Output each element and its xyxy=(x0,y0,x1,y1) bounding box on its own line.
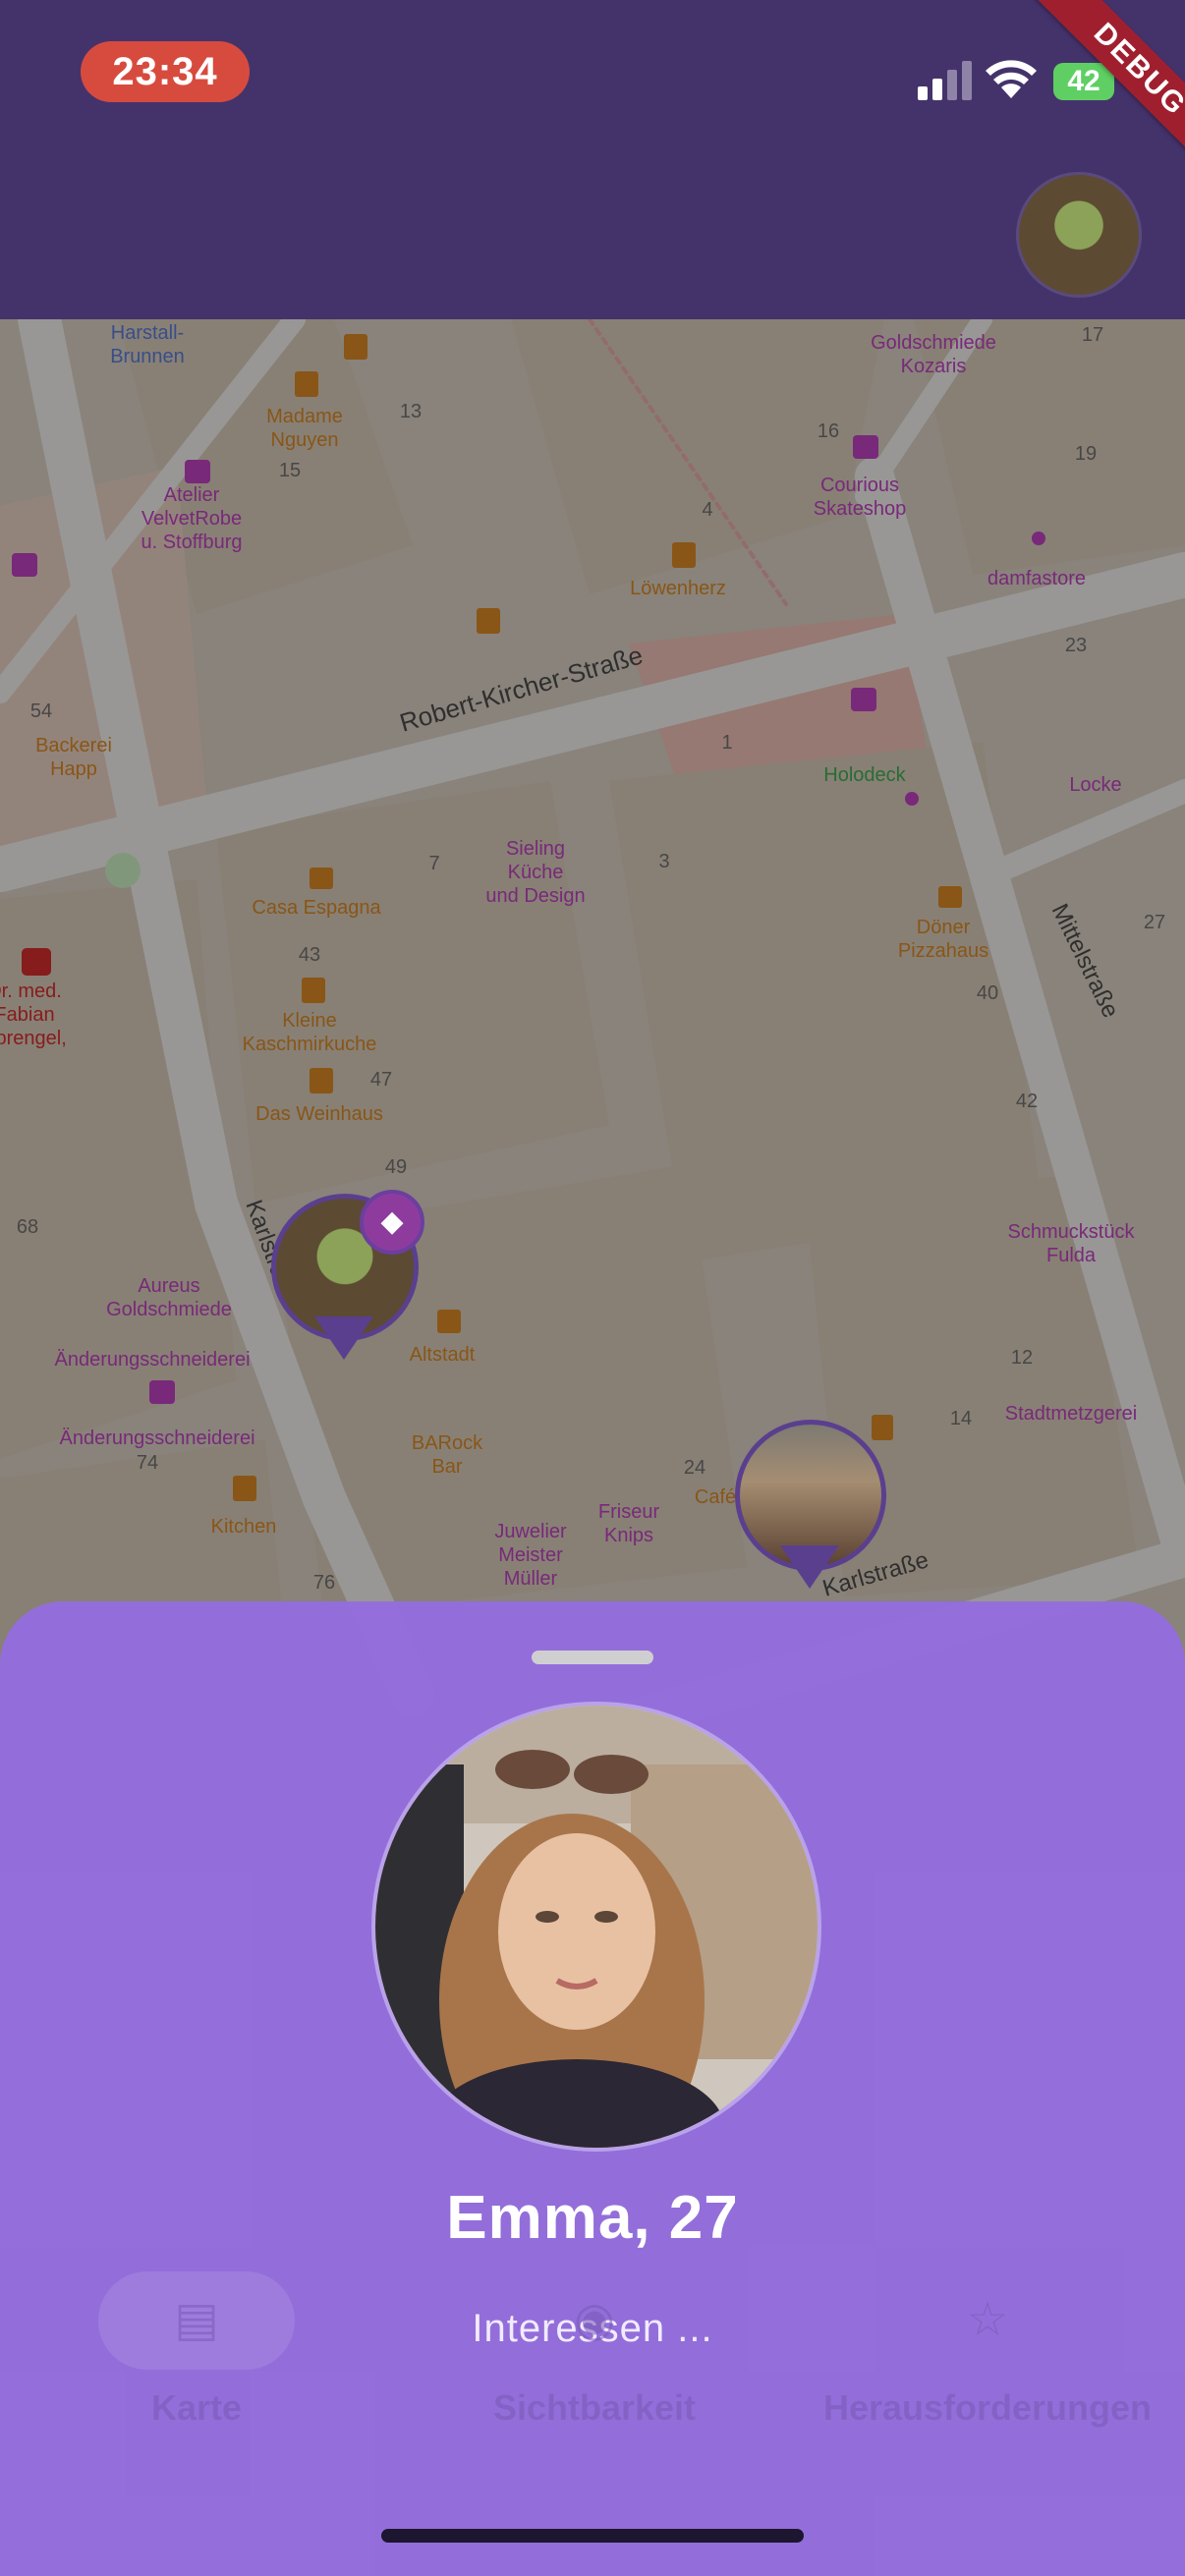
bottom-navigation: ▤ Karte ◉ Sichtbarkeit ☆ Herausforderung… xyxy=(0,2222,1185,2576)
app-header: 23:34 42 DEBUG xyxy=(0,0,1185,319)
marker-pin-tip xyxy=(780,1545,839,1589)
marker-pin-tip xyxy=(314,1316,373,1360)
visibility-icon: ◉ xyxy=(574,2294,615,2346)
user-marker-self[interactable]: ◆ xyxy=(271,1190,424,1371)
app-screen: Robert-Kircher-Straße Mittelstraße Karls… xyxy=(0,0,1185,2576)
profile-avatar-button[interactable] xyxy=(1016,172,1142,298)
map-icon: ▤ xyxy=(98,2271,295,2370)
nav-item-sichtbarkeit[interactable]: ◉ Sichtbarkeit xyxy=(472,2271,717,2468)
profile-photo xyxy=(371,1702,821,2152)
nav-item-karte[interactable]: ▤ Karte xyxy=(98,2271,295,2468)
nav-item-herausforderungen[interactable]: ☆ Herausforderungen xyxy=(796,2271,1179,2468)
wifi-icon xyxy=(986,60,1037,98)
diamond-badge-icon: ◆ xyxy=(360,1190,424,1255)
battery-indicator: 42 xyxy=(1053,63,1114,100)
trophy-icon: ☆ xyxy=(966,2294,1009,2346)
drag-handle[interactable] xyxy=(532,1651,653,1664)
cellular-signal-icon xyxy=(918,61,972,100)
nav-label: Herausforderungen xyxy=(822,2387,1153,2428)
nav-label: Sichtbarkeit xyxy=(492,2387,697,2428)
user-marker-emma[interactable] xyxy=(735,1420,892,1606)
nav-label: Karte xyxy=(150,2387,243,2428)
profile-photo-image xyxy=(375,1706,818,2148)
status-time: 23:34 xyxy=(81,41,250,102)
